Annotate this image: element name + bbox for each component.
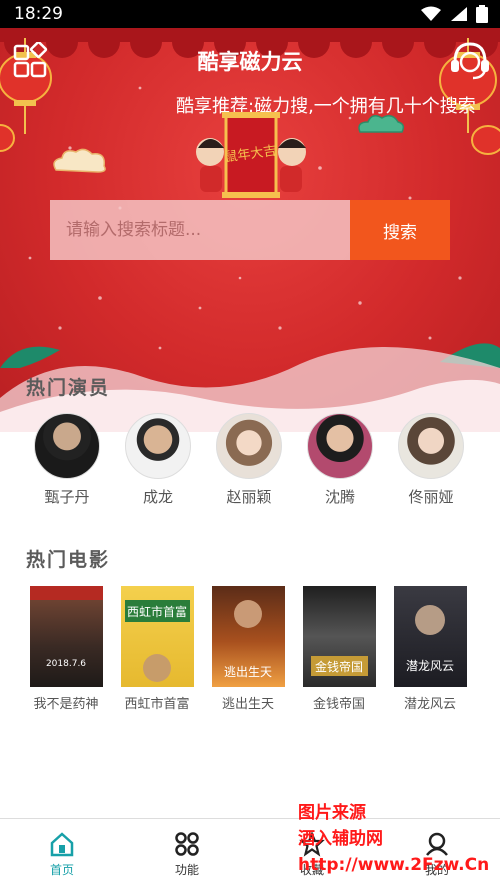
- new-year-banner-art: 鼠年大吉: [196, 112, 306, 198]
- watermark-line-3: http://www.2Fzw.Cn: [298, 855, 490, 875]
- poster-text: 2018.7.6: [45, 659, 85, 669]
- hot-actors-title: 热门演员: [26, 377, 111, 399]
- hero-banner: 酷享磁力云 酷享推荐:磁力搜,一个拥有几十个搜索 鼠年大吉 搜索: [0, 28, 500, 432]
- movie-poster: 西虹市首富: [120, 586, 194, 687]
- home-icon: [50, 832, 74, 857]
- poster-art: 金钱帝国: [310, 656, 368, 676]
- actor-item[interactable]: 佟丽娅: [391, 413, 471, 507]
- search-button[interactable]: 搜索: [350, 200, 450, 260]
- actor-item[interactable]: 甄子丹: [27, 413, 107, 507]
- status-time: 18:29: [14, 4, 63, 24]
- actor-item[interactable]: 沈腾: [300, 413, 380, 507]
- search-input[interactable]: [50, 200, 350, 260]
- poster-art: 西虹市首富: [124, 600, 190, 682]
- customer-service-button[interactable]: [449, 40, 491, 80]
- tab-home-label: 首页: [49, 863, 74, 877]
- tab-home[interactable]: 首页: [27, 831, 97, 878]
- movie-item[interactable]: 逃出生天 逃出生天: [210, 586, 286, 712]
- cloud-left-icon: [53, 148, 106, 173]
- movie-poster: 潜龙风云: [393, 586, 467, 687]
- poster-art: 2018.7.6: [29, 586, 103, 669]
- source-watermark: 图片来源 酒入辅助网 http://www.2Fzw.Cn: [298, 800, 489, 878]
- poster-text: 西虹市首富: [126, 604, 186, 619]
- movie-item[interactable]: 2018.7.6 我不是药神: [28, 586, 104, 712]
- movie-title: 潜龙风云: [403, 697, 456, 712]
- actor-avatar: [307, 413, 373, 479]
- tab-functions[interactable]: 功能: [152, 831, 222, 878]
- movie-poster: 2018.7.6: [29, 586, 103, 687]
- wifi-icon: [421, 6, 441, 21]
- poster-art: 潜龙风云: [405, 605, 454, 673]
- status-icons: [420, 5, 488, 23]
- actor-name: 成龙: [142, 488, 173, 506]
- poster-art: 逃出生天: [223, 600, 272, 679]
- search-box: 搜索: [50, 200, 450, 260]
- movie-item[interactable]: 金钱帝国 金钱帝国: [301, 586, 377, 712]
- hot-actors-list: 甄子丹 成龙 赵丽颖 沈腾 佟丽娅: [0, 413, 500, 513]
- movie-poster: 逃出生天: [211, 586, 285, 687]
- watermark-line-1: 图片来源: [298, 803, 366, 823]
- movie-item[interactable]: 潜龙风云 潜龙风云: [392, 586, 468, 712]
- watermark-line-2: 酒入辅助网: [298, 829, 383, 849]
- status-bar: 18:29: [0, 0, 500, 28]
- actor-name: 甄子丹: [44, 488, 90, 506]
- actor-avatar: [34, 413, 100, 479]
- signal-icon: [451, 7, 467, 21]
- actor-item[interactable]: 成龙: [118, 413, 198, 507]
- movie-item[interactable]: 西虹市首富 西虹市首富: [119, 586, 195, 712]
- actor-avatar: [216, 413, 282, 479]
- actor-name: 赵丽颖: [226, 488, 272, 506]
- cloud-right-icon: [358, 115, 405, 133]
- poster-text: 潜龙风云: [405, 659, 453, 673]
- movie-title: 我不是药神: [33, 697, 99, 712]
- headset-icon: [451, 42, 489, 80]
- actor-item[interactable]: 赵丽颖: [209, 413, 289, 507]
- functions-grid-icon: [175, 832, 199, 856]
- actor-name: 沈腾: [324, 488, 355, 506]
- actor-avatar: [398, 413, 464, 479]
- poster-text: 逃出生天: [223, 665, 271, 679]
- movie-title: 金钱帝国: [312, 697, 365, 712]
- movie-title: 西虹市首富: [124, 697, 190, 712]
- movie-poster: 金钱帝国: [302, 586, 376, 687]
- hot-movies-list: 2018.7.6 我不是药神 西虹市首富 西虹市首富 逃出生天 逃出生天 金钱帝…: [0, 586, 500, 716]
- hot-movies-title: 热门电影: [26, 549, 111, 571]
- actor-name: 佟丽娅: [408, 488, 454, 506]
- app-title: 酷享磁力云: [197, 50, 303, 74]
- movie-title: 逃出生天: [221, 697, 274, 712]
- poster-text: 金钱帝国: [314, 659, 362, 674]
- battery-icon: [476, 5, 488, 23]
- actor-avatar: [125, 413, 191, 479]
- tab-functions-label: 功能: [174, 863, 199, 877]
